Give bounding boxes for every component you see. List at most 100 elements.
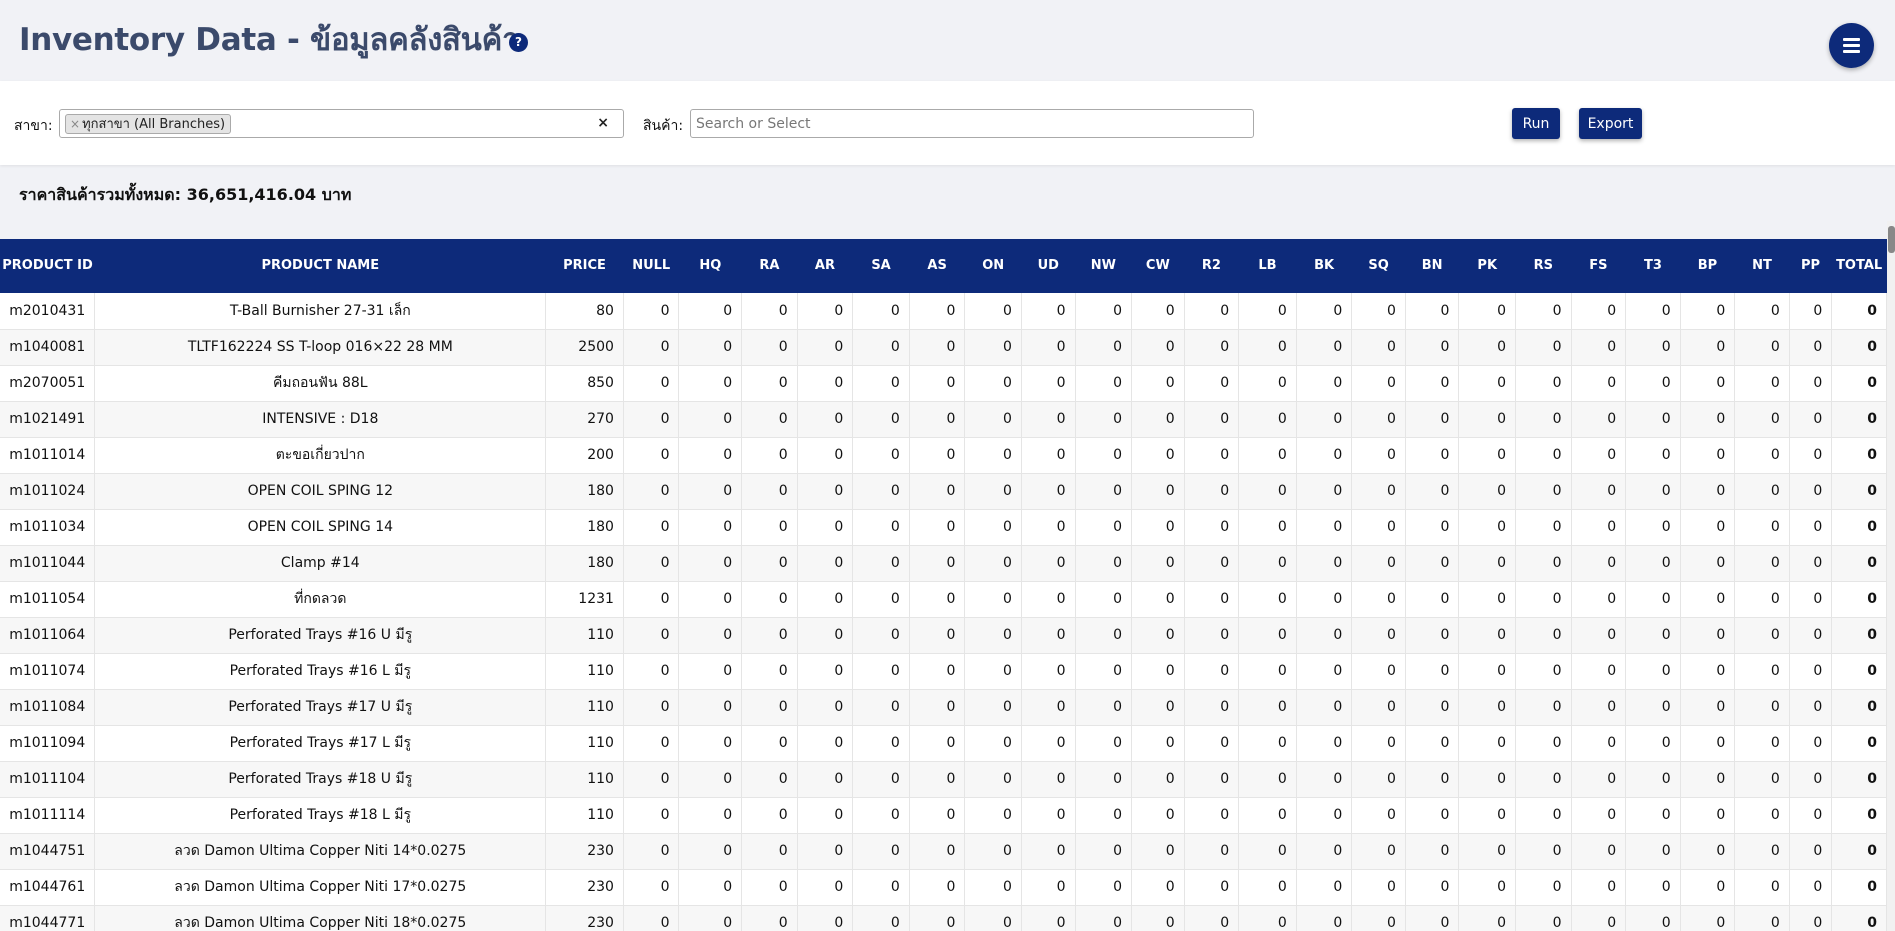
branch-qty-cell: 0 [741,797,798,834]
branch-tag-label: ทุกสาขา (All Branches) [82,117,226,132]
table-row[interactable]: m2070051 คีมถอนฟัน 88L 850 0 0 0 0 0 0 0 0 0 0 0 0 0 0 0 0… [0,365,1887,402]
branch-qty-cell: 0 [852,617,910,654]
total-cell: 0 [1831,833,1887,870]
table-row[interactable]: m1040081 TLTF162224 SS T-loop 016×22 28 M… [0,329,1887,366]
branch-qty-cell: 0 [1238,473,1297,510]
branch-qty-cell: 0 [797,833,854,870]
branch-qty-cell: 0 [1789,797,1833,834]
table-row[interactable]: m1011114 Perforated Trays #18 L มีรู 110 0 0… [0,797,1887,834]
table-row[interactable]: m1011104 Perforated Trays #18 U มีรู 110 0 0… [0,761,1887,798]
branch-qty-cell: 0 [1131,833,1185,870]
branch-qty-cell: 0 [1184,869,1240,906]
export-button[interactable]: Export [1579,108,1642,139]
branch-qty-cell: 0 [852,797,910,834]
branch-qty-cell: 0 [1789,905,1833,931]
branch-qty-cell: 0 [1021,617,1076,654]
scrollbar-thumb[interactable] [1888,226,1895,253]
branch-qty-cell: 0 [1131,653,1185,690]
branch-qty-cell: 0 [678,437,743,474]
branch-qty-cell: 0 [1789,833,1833,870]
branch-qty-cell: 0 [1625,617,1681,654]
branch-qty-cell: 0 [1238,689,1297,726]
branch-qty-cell: 0 [741,545,798,582]
clear-selection-icon[interactable]: × [597,115,609,131]
branch-qty-cell: 0 [1571,329,1627,366]
branch-qty-cell: 0 [1680,509,1736,546]
hamburger-menu-icon [1843,38,1860,41]
table-row[interactable]: m2010431 T-Ball Burnisher 27-31 เล็ก 80 0 0 0… [0,293,1887,330]
branch-qty-cell: 0 [678,617,743,654]
price-cell: 80 [545,293,624,330]
total-cell: 0 [1831,617,1887,654]
branch-qty-cell: 0 [1405,617,1460,654]
table-row[interactable]: m1044761 ลวด Damon Ultima Copper Niti 17*… [0,869,1887,906]
product-name-cell: ลวด Damon Ultima Copper Niti 14*0.0275 [94,833,547,870]
total-cell: 0 [1831,401,1887,438]
product-id-cell: m1011074 [0,653,96,690]
tag-remove-icon[interactable]: × [70,117,80,131]
branch-qty-cell: 0 [678,761,743,798]
branch-qty-cell: 0 [1075,905,1133,931]
branch-qty-cell: 0 [678,581,743,618]
branch-qty-cell: 0 [1515,833,1572,870]
column-header: BN [1405,239,1459,293]
branch-qty-cell: 0 [1075,365,1133,402]
branch-qty-cell: 0 [1296,401,1353,438]
branch-qty-cell: 0 [623,473,680,510]
branch-qty-cell: 0 [1405,653,1460,690]
table-row[interactable]: m1011074 Perforated Trays #16 L มีรู 110 0 0… [0,653,1887,690]
branch-select[interactable]: × ทุกสาขา (All Branches) × [59,109,624,138]
branch-qty-cell: 0 [852,905,910,931]
branch-qty-cell: 0 [1458,869,1517,906]
branch-qty-cell: 0 [1625,653,1681,690]
branch-qty-cell: 0 [623,437,680,474]
branch-qty-cell: 0 [1021,293,1076,330]
scrollbar-track[interactable] [1887,221,1895,931]
table-row[interactable]: m1011034 OPEN COIL SPING 14 180 0 0 0 0 0 0 0 0 0 0 0… [0,509,1887,546]
branch-qty-cell: 0 [1296,905,1353,931]
table-row[interactable]: m1011094 Perforated Trays #17 L มีรู 110 0 0… [0,725,1887,762]
column-header: PRODUCT ID [0,239,95,293]
table-row[interactable]: m1044751 ลวด Damon Ultima Copper Niti 14*… [0,833,1887,870]
branch-qty-cell: 0 [1571,545,1627,582]
branch-qty-cell: 0 [1405,833,1460,870]
branch-qty-cell: 0 [1296,617,1353,654]
table-row[interactable]: m1011054 ที่กดลวด 1231 0 0 0 0 0 0 0 0 0 0 0 0 0 0 0 0 0 0 0 0… [0,581,1887,618]
table-row[interactable]: m1011084 Perforated Trays #17 U มีรู 110 0 0… [0,689,1887,726]
branch-qty-cell: 0 [1680,833,1736,870]
branch-qty-cell: 0 [1238,869,1297,906]
branch-qty-cell: 0 [797,653,854,690]
table-row[interactable]: m1011044 Clamp #14 180 0 0 0 0 0 0 0 0 0 0 0 0 0 0 0 0 0 0 0 0… [0,545,1887,582]
branch-qty-cell: 0 [678,797,743,834]
product-search-input[interactable] [690,109,1254,138]
branch-qty-cell: 0 [1238,509,1297,546]
table-row[interactable]: m1011014 ตะขอเกี่ยวปาก 200 0 0 0 0 0 0 0 0 0 0 0 0 0 0 0 0… [0,437,1887,474]
table-row[interactable]: m1021491 INTENSIVE : D18 270 0 0 0 0 0 0 0 0 0 0 0 0 0 0… [0,401,1887,438]
help-icon[interactable]: ? [509,33,528,52]
table-row[interactable]: m1011064 Perforated Trays #16 U มีรู 110 0 0… [0,617,1887,654]
branch-qty-cell: 0 [741,401,798,438]
branch-qty-cell: 0 [1458,365,1517,402]
product-name-cell: Perforated Trays #16 U มีรู [94,617,547,654]
price-cell: 180 [545,545,624,582]
hamburger-menu-button[interactable] [1829,23,1874,68]
branch-qty-cell: 0 [1296,725,1353,762]
branch-qty-cell: 0 [1515,725,1572,762]
branch-qty-cell: 0 [1789,545,1833,582]
branch-qty-cell: 0 [1238,797,1297,834]
branch-qty-cell: 0 [852,761,910,798]
branch-qty-cell: 0 [964,293,1022,330]
branch-qty-cell: 0 [1405,689,1460,726]
table-row[interactable]: m1044771 ลวด Damon Ultima Copper Niti 18*… [0,905,1887,931]
product-name-cell: Perforated Trays #17 L มีรู [94,725,547,762]
table-row[interactable]: m1011024 OPEN COIL SPING 12 180 0 0 0 0 0 0 0 0 0 0 0… [0,473,1887,510]
run-button[interactable]: Run [1512,108,1560,139]
branch-qty-cell: 0 [1296,653,1353,690]
branch-qty-cell: 0 [1515,761,1572,798]
branch-qty-cell: 0 [797,365,854,402]
branch-qty-cell: 0 [1625,689,1681,726]
branch-qty-cell: 0 [1571,869,1627,906]
branch-qty-cell: 0 [909,473,966,510]
branch-qty-cell: 0 [1405,545,1460,582]
branch-qty-cell: 0 [1789,473,1833,510]
